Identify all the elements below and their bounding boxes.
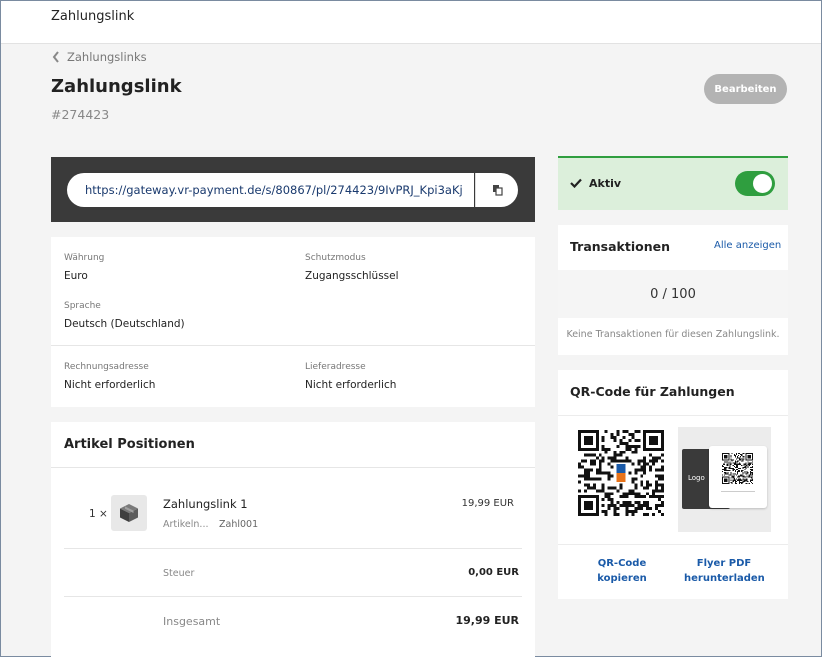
transactions-count: 0 / 100 bbox=[558, 270, 788, 318]
articles-card: Artikel Positionen 1 × Zahlungslink 1 Ar… bbox=[51, 422, 535, 657]
flyer-logo-text: Logo bbox=[688, 474, 705, 482]
articles-title: Artikel Positionen bbox=[64, 437, 195, 452]
flyer-pdf-button[interactable]: Flyer PDF herunterladen bbox=[684, 556, 765, 586]
shipping-field: Lieferadresse Nicht erforderlich bbox=[305, 362, 396, 391]
tax-value: 0,00 EUR bbox=[468, 567, 519, 578]
details-card: Währung Euro Schutzmodus Zugangsschlüsse… bbox=[51, 237, 535, 407]
status-label: Aktiv bbox=[589, 177, 622, 190]
item-quantity: 1 × bbox=[89, 508, 108, 520]
language-label: Sprache bbox=[64, 301, 101, 311]
total-label: Insgesamt bbox=[163, 615, 221, 628]
divider bbox=[558, 415, 788, 416]
app-title: Zahlungslink bbox=[51, 9, 135, 24]
language-field: Sprache Deutsch (Deutschland) bbox=[64, 301, 185, 330]
billing-field: Rechnungsadresse Nicht erforderlich bbox=[64, 362, 155, 391]
billing-value: Nicht erforderlich bbox=[64, 379, 156, 391]
billing-label: Rechnungsadresse bbox=[64, 362, 149, 372]
item-article-label: Artikeln... bbox=[163, 519, 209, 530]
total-value: 19,99 EUR bbox=[455, 614, 519, 627]
url-panel: https://gateway.vr-payment.de/s/80867/pl… bbox=[51, 157, 535, 222]
tax-label: Steuer bbox=[163, 568, 195, 579]
back-link-label: Zahlungslinks bbox=[67, 50, 147, 64]
currency-label: Währung bbox=[64, 253, 105, 263]
check-icon bbox=[570, 178, 582, 188]
product-box-icon bbox=[111, 495, 147, 531]
toggle-knob bbox=[753, 174, 772, 193]
status-card: Aktiv bbox=[558, 156, 788, 210]
language-value: Deutsch (Deutschland) bbox=[64, 318, 185, 330]
page-title: Zahlungslink bbox=[51, 76, 182, 97]
currency-value: Euro bbox=[64, 270, 88, 282]
flyer-qr-image bbox=[722, 453, 753, 484]
payment-url-text: https://gateway.vr-payment.de/s/80867/pl… bbox=[85, 183, 462, 197]
divider bbox=[558, 544, 788, 545]
show-all-link[interactable]: Alle anzeigen bbox=[714, 240, 781, 251]
copy-icon bbox=[492, 185, 503, 196]
currency-field: Währung Euro bbox=[64, 253, 104, 282]
divider bbox=[64, 596, 522, 597]
shipping-label: Lieferadresse bbox=[305, 362, 366, 372]
protection-field: Schutzmodus Zugangsschlüssel bbox=[305, 253, 399, 282]
flyer-line bbox=[721, 491, 755, 492]
transactions-card: Transaktionen Alle anzeigen 0 / 100 Kein… bbox=[558, 225, 788, 355]
flyer-preview[interactable]: Logo bbox=[678, 427, 771, 532]
transactions-empty-note: Keine Transaktionen für diesen Zahlungsl… bbox=[566, 329, 780, 340]
payment-url-field[interactable]: https://gateway.vr-payment.de/s/80867/pl… bbox=[67, 173, 474, 207]
back-link[interactable]: Zahlungslinks bbox=[51, 50, 147, 64]
chevron-left-icon bbox=[52, 51, 59, 63]
qr-code-image[interactable] bbox=[578, 430, 664, 516]
item-name: Zahlungslink 1 bbox=[163, 497, 248, 511]
qr-card: QR-Code für Zahlungen Logo QR-Code kopie… bbox=[558, 370, 788, 599]
copy-url-button[interactable] bbox=[475, 173, 518, 207]
item-article-value: Zahl001 bbox=[219, 519, 259, 530]
edit-button[interactable]: Bearbeiten bbox=[704, 74, 787, 104]
copy-qr-button[interactable]: QR-Code kopieren bbox=[572, 556, 672, 586]
top-bar: Zahlungslink bbox=[1, 1, 821, 44]
divider bbox=[64, 548, 522, 549]
divider bbox=[51, 467, 535, 468]
page-id: #274423 bbox=[51, 107, 110, 122]
transactions-title: Transaktionen bbox=[570, 239, 670, 254]
item-price: 19,99 EUR bbox=[461, 498, 514, 509]
protection-value: Zugangsschlüssel bbox=[305, 270, 399, 282]
shipping-value: Nicht erforderlich bbox=[305, 379, 397, 391]
qr-title: QR-Code für Zahlungen bbox=[570, 384, 735, 399]
divider bbox=[51, 345, 535, 346]
active-toggle[interactable] bbox=[735, 171, 775, 196]
protection-label: Schutzmodus bbox=[305, 253, 366, 263]
